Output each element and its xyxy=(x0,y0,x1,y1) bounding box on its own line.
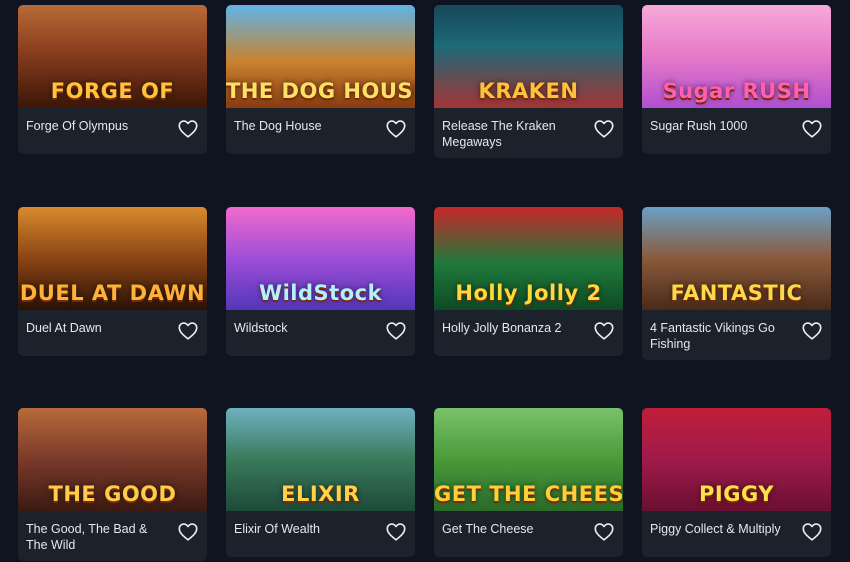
game-info: The Good, The Bad & The Wild xyxy=(18,511,207,561)
game-thumbnail[interactable]: Sugar RUSH xyxy=(642,5,831,108)
game-logo-art: WildStock xyxy=(258,281,383,305)
favorite-heart-icon[interactable] xyxy=(177,521,199,543)
game-logo-art: THE DOG HOUSE xyxy=(226,79,415,103)
favorite-heart-icon[interactable] xyxy=(801,521,823,543)
favorite-heart-icon[interactable] xyxy=(593,320,615,342)
game-name[interactable]: Duel At Dawn xyxy=(26,320,163,336)
game-logo-art: DUEL AT DAWN xyxy=(19,281,206,305)
game-card[interactable]: GET THE CHEESE Get The Cheese xyxy=(434,408,623,557)
game-thumbnail[interactable]: FORGE OF xyxy=(18,5,207,108)
favorite-heart-icon[interactable] xyxy=(801,118,823,140)
game-name[interactable]: Piggy Collect & Multiply xyxy=(650,521,787,537)
game-card[interactable]: THE DOG HOUSE The Dog House xyxy=(226,5,415,154)
game-thumbnail[interactable]: DUEL AT DAWN xyxy=(18,207,207,310)
game-logo-art: KRAKEN xyxy=(478,79,579,103)
game-name[interactable]: Get The Cheese xyxy=(442,521,579,537)
game-logo-art: PIGGY xyxy=(699,482,774,506)
game-card[interactable]: DUEL AT DAWN Duel At Dawn xyxy=(18,207,207,356)
game-name[interactable]: The Good, The Bad & The Wild xyxy=(26,521,163,553)
game-info: 4 Fantastic Vikings Go Fishing xyxy=(642,310,831,360)
game-card[interactable]: ELIXIR Elixir Of Wealth xyxy=(226,408,415,557)
game-card[interactable]: PIGGY Piggy Collect & Multiply xyxy=(642,408,831,557)
game-thumbnail[interactable]: GET THE CHEESE xyxy=(434,408,623,511)
game-thumbnail[interactable]: THE GOOD xyxy=(18,408,207,511)
game-info: Forge Of Olympus xyxy=(18,108,207,154)
game-logo-art: Sugar RUSH xyxy=(662,79,811,103)
game-info: Release The Kraken Megaways xyxy=(434,108,623,158)
favorite-heart-icon[interactable] xyxy=(593,118,615,140)
game-logo-art: Holly Jolly 2 xyxy=(455,281,602,305)
game-logo-art: GET THE CHEESE xyxy=(434,482,623,506)
game-thumbnail[interactable]: PIGGY xyxy=(642,408,831,511)
game-name[interactable]: 4 Fantastic Vikings Go Fishing xyxy=(650,320,787,352)
game-name[interactable]: Sugar Rush 1000 xyxy=(650,118,787,134)
game-name[interactable]: The Dog House xyxy=(234,118,371,134)
game-info: Duel At Dawn xyxy=(18,310,207,356)
game-logo-art: ELIXIR xyxy=(281,482,360,506)
game-name[interactable]: Forge Of Olympus xyxy=(26,118,163,134)
game-card[interactable]: THE GOOD The Good, The Bad & The Wild xyxy=(18,408,207,561)
game-thumbnail[interactable]: ELIXIR xyxy=(226,408,415,511)
game-grid: FORGE OF Forge Of Olympus THE DOG HOUSE The… xyxy=(0,0,850,562)
game-card[interactable]: FORGE OF Forge Of Olympus xyxy=(18,5,207,154)
game-info: Elixir Of Wealth xyxy=(226,511,415,557)
game-name[interactable]: Elixir Of Wealth xyxy=(234,521,371,537)
game-card[interactable]: KRAKEN Release The Kraken Megaways xyxy=(434,5,623,158)
game-name[interactable]: Release The Kraken Megaways xyxy=(442,118,579,150)
favorite-heart-icon[interactable] xyxy=(385,118,407,140)
game-thumbnail[interactable]: Holly Jolly 2 xyxy=(434,207,623,310)
favorite-heart-icon[interactable] xyxy=(177,320,199,342)
game-thumbnail[interactable]: WildStock xyxy=(226,207,415,310)
game-thumbnail[interactable]: KRAKEN xyxy=(434,5,623,108)
game-name[interactable]: Holly Jolly Bonanza 2 xyxy=(442,320,579,336)
game-info: Wildstock xyxy=(226,310,415,356)
favorite-heart-icon[interactable] xyxy=(385,320,407,342)
game-logo-art: THE GOOD xyxy=(48,482,177,506)
game-logo-art: FORGE OF xyxy=(50,79,175,103)
game-name[interactable]: Wildstock xyxy=(234,320,371,336)
game-info: Holly Jolly Bonanza 2 xyxy=(434,310,623,356)
game-card[interactable]: Sugar RUSH Sugar Rush 1000 xyxy=(642,5,831,154)
game-card[interactable]: WildStock Wildstock xyxy=(226,207,415,356)
game-info: The Dog House xyxy=(226,108,415,154)
game-info: Get The Cheese xyxy=(434,511,623,557)
game-info: Sugar Rush 1000 xyxy=(642,108,831,154)
favorite-heart-icon[interactable] xyxy=(385,521,407,543)
game-card[interactable]: Holly Jolly 2 Holly Jolly Bonanza 2 xyxy=(434,207,623,356)
game-thumbnail[interactable]: FANTASTIC xyxy=(642,207,831,310)
game-logo-art: FANTASTIC xyxy=(670,281,803,305)
favorite-heart-icon[interactable] xyxy=(177,118,199,140)
game-thumbnail[interactable]: THE DOG HOUSE xyxy=(226,5,415,108)
game-info: Piggy Collect & Multiply xyxy=(642,511,831,557)
favorite-heart-icon[interactable] xyxy=(801,320,823,342)
game-card[interactable]: FANTASTIC 4 Fantastic Vikings Go Fishing xyxy=(642,207,831,360)
favorite-heart-icon[interactable] xyxy=(593,521,615,543)
